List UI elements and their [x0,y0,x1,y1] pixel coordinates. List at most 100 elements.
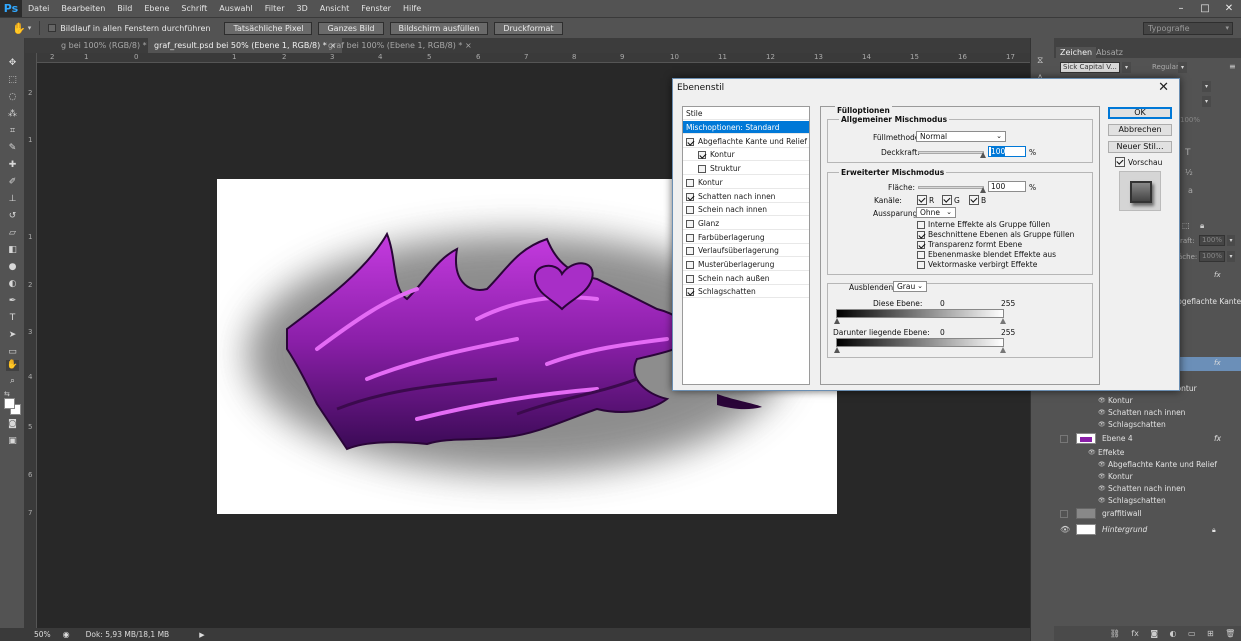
fraction-icon[interactable]: ½ [1185,168,1193,177]
paint-bucket-tool-icon[interactable]: ◧ [6,245,19,256]
swap-colors-icon[interactable]: ⇆ [4,390,10,398]
style-checkbox[interactable] [698,151,706,160]
area-slider-thumb[interactable] [980,187,986,193]
screen-mode-icon[interactable]: ▣ [6,436,19,447]
quick-mask-icon[interactable]: ◙ [6,419,19,430]
history-panel-icon[interactable]: ⧖ [1037,56,1043,66]
fx-badge[interactable]: fx [1214,433,1221,445]
styles-header[interactable]: Stile [683,107,809,120]
add-style-icon[interactable]: fx [1131,629,1139,638]
minimize-button[interactable]: – [1169,0,1193,17]
healing-brush-tool-icon[interactable]: ✚ [6,160,19,171]
style-checkbox[interactable] [686,261,694,269]
style-checkbox[interactable] [686,178,694,187]
advanced-option-checkbox[interactable] [917,221,925,229]
this-layer-black-thumb[interactable] [834,318,840,324]
dodge-tool-icon[interactable]: ◐ [6,279,19,290]
style-checkbox[interactable] [686,233,694,242]
tab-absatz[interactable]: Absatz [1092,47,1127,58]
this-layer-white-thumb[interactable] [1000,318,1006,324]
preview-checkbox[interactable] [1115,157,1125,167]
eraser-tool-icon[interactable]: ▱ [6,228,19,239]
tab-1[interactable]: graf_result.psd bei 50% (Ebene 1, RGB/8)… [148,38,343,53]
advanced-option-checkbox[interactable] [917,261,925,269]
channel-r-checkbox[interactable] [917,195,927,205]
advanced-option-checkbox[interactable] [917,231,925,239]
fx-badge[interactable]: fx [1214,271,1221,279]
style-item[interactable]: Musterüberlagerung [683,258,809,271]
channel-g-checkbox[interactable] [942,195,952,205]
share-icon[interactable]: ◉ [63,630,70,639]
style-item[interactable]: Schein nach innen [683,203,809,217]
eyedropper-tool-icon[interactable]: ✎ [6,143,19,154]
faux-caps-icon[interactable]: T [1185,148,1191,158]
new-layer-icon[interactable]: ⊞ [1207,629,1214,638]
menu-item-4[interactable]: Schrift [175,0,213,17]
underlying-gradient[interactable] [836,338,1004,347]
workspace-select[interactable]: Typografie ▾ [1143,22,1233,35]
link-layers-icon[interactable]: ⛓ [1110,629,1120,638]
style-item[interactable]: Mischoptionen: Standard [683,121,809,134]
effect-visibility-icon[interactable]: 👁︎ [1098,483,1106,495]
tab-2[interactable]: graf bei 100% (Ebene 1, RGB/8) * × [322,38,478,53]
menu-item-8[interactable]: Ansicht [314,0,356,17]
brush-tool-icon[interactable]: ✐ [6,177,19,188]
layer-row[interactable]: 👁︎ Schatten nach innen [1054,407,1241,419]
status-menu-arrow-icon[interactable]: ▶ [199,631,204,639]
style-item[interactable]: Verlaufsüberlagerung [683,244,809,258]
scale-percent[interactable]: 100% [1180,116,1200,124]
new-style-button[interactable]: Neuer Stil... [1108,141,1172,153]
tab-0[interactable]: g bei 100% (RGB/8) * × [55,38,162,53]
tab-zeichen[interactable]: Zeichen [1056,47,1097,58]
maximize-button[interactable]: □ [1193,0,1217,17]
area-slider[interactable] [918,186,984,189]
tool-preset-chevron-icon[interactable]: ▾ [28,24,32,32]
ok-button[interactable]: OK [1108,107,1172,119]
menu-item-9[interactable]: Fenster [355,0,397,17]
path-select-tool-icon[interactable]: ➤ [6,330,19,341]
style-checkbox[interactable] [686,247,694,256]
visibility-box[interactable] [1060,510,1068,518]
font-size-chevron-icon[interactable]: ▾ [1202,81,1211,92]
hand-tool-icon[interactable]: ✋ [12,22,26,35]
pen-tool-icon[interactable]: ✒ [6,296,19,307]
close-icon[interactable]: ✕ [1158,80,1169,95]
layer-row[interactable]: 👁︎ Effekte [1054,447,1241,459]
clone-stamp-tool-icon[interactable]: ⊥ [6,194,19,205]
area-input[interactable]: 100 [988,181,1026,192]
advanced-option-checkbox[interactable] [917,241,925,249]
style-checkbox[interactable] [686,137,694,146]
lasso-tool-icon[interactable]: ◌ [6,92,19,103]
blend-if-select[interactable]: Grau ⌄ [893,281,927,292]
font-style-chevron-icon[interactable]: ▾ [1178,62,1187,73]
option-button-2[interactable]: Bildschirm ausfüllen [389,21,489,35]
style-checkbox[interactable] [686,219,694,228]
menu-item-2[interactable]: Bild [111,0,138,17]
opacity-input[interactable]: 100 [988,146,1026,157]
new-group-icon[interactable]: ▭ [1188,629,1196,638]
layer-row[interactable]: 👁︎ Schlagschatten [1054,419,1241,431]
style-checkbox[interactable] [686,274,694,283]
effect-visibility-icon[interactable]: 👁︎ [1098,419,1106,431]
zoom-level[interactable]: 50% [34,630,51,639]
fill-method-select[interactable]: Normal ⌄ [916,131,1006,142]
foreground-color[interactable] [4,398,15,409]
layer-lock-icon[interactable]: ⬚ [1182,221,1190,230]
fx-badge[interactable]: fx [1214,359,1221,367]
layer-row[interactable]: 👁︎ Kontur [1054,471,1241,483]
style-item[interactable]: Farbüberlagerung [683,231,809,244]
style-item[interactable]: Schein nach außen [683,272,809,285]
layer-row[interactable]: 👁︎ Kontur [1054,395,1241,407]
effect-visibility-icon[interactable]: 👁︎ [1088,447,1096,459]
advanced-option-checkbox[interactable] [917,251,925,259]
font-family-chevron-icon[interactable]: ▾ [1122,62,1131,73]
adjustment-layer-icon[interactable]: ◐ [1170,629,1177,638]
style-item[interactable]: Schatten nach innen [683,190,809,203]
effect-visibility-icon[interactable]: 👁︎ [1098,395,1106,407]
quick-select-tool-icon[interactable]: ⁂ [6,109,19,120]
this-layer-gradient[interactable] [836,309,1004,318]
style-checkbox[interactable] [686,206,694,215]
move-tool-icon[interactable]: ✥ [6,58,19,69]
fill-field[interactable]: 100% [1199,251,1225,262]
style-item[interactable]: Struktur [683,162,809,176]
